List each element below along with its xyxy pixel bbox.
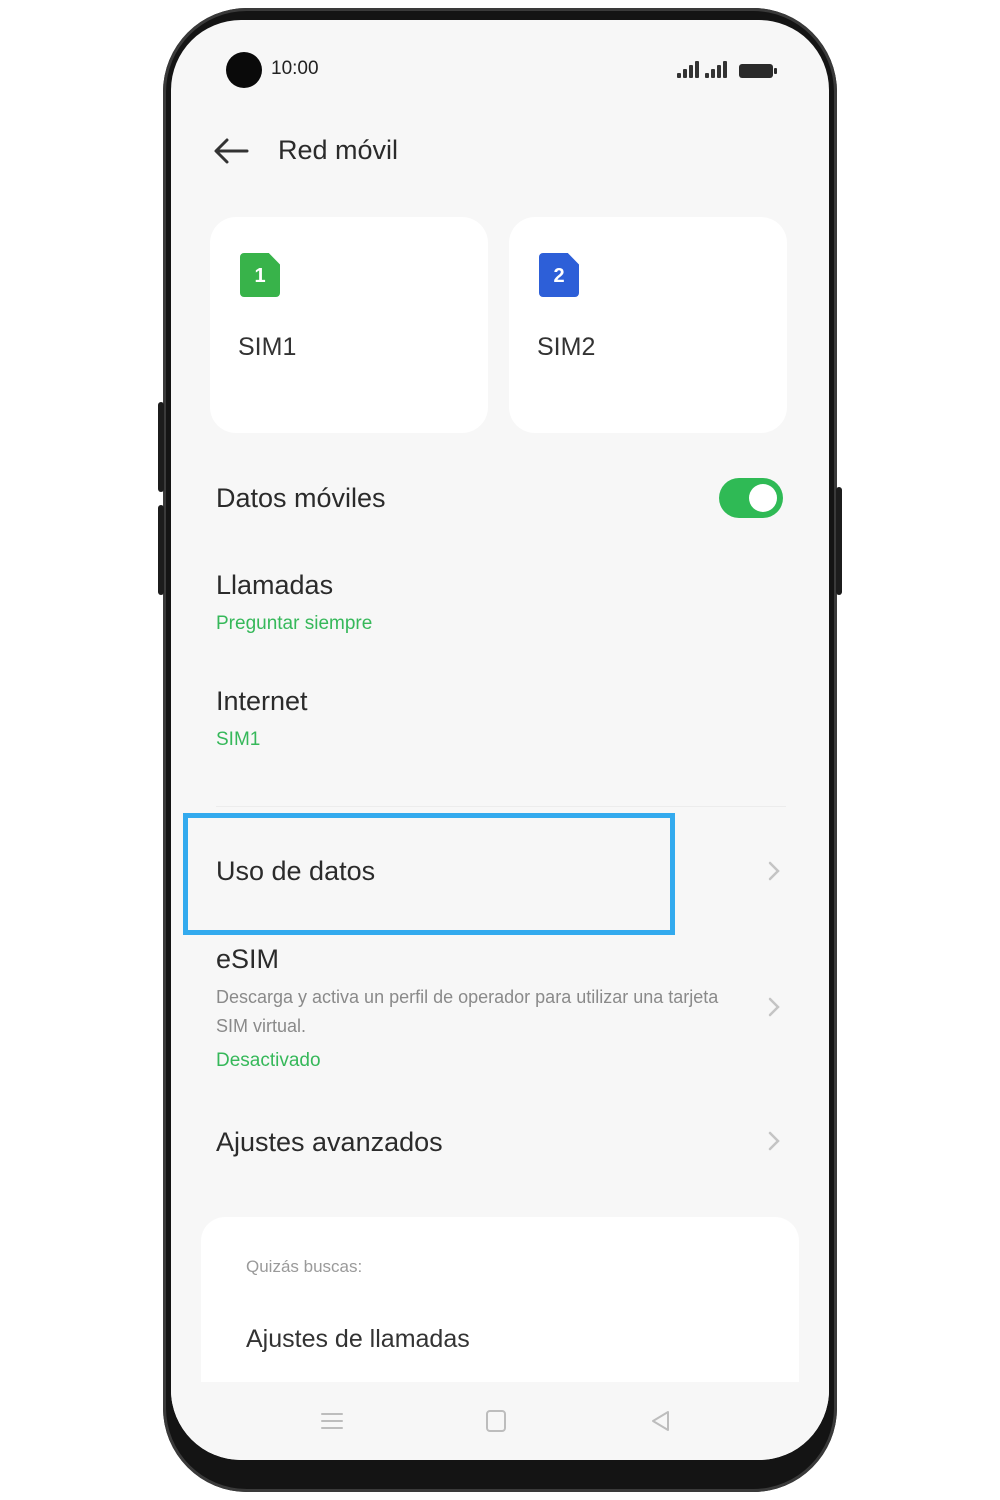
volume-down-button (158, 505, 164, 595)
internet-label: Internet (216, 686, 308, 716)
status-icons (677, 60, 777, 78)
power-button (836, 487, 842, 595)
suggestion-call-settings[interactable]: Ajustes de llamadas (246, 1325, 470, 1354)
chevron-right-icon (768, 861, 780, 881)
sim2-label: SIM2 (537, 333, 596, 361)
signal-icon (705, 60, 727, 78)
volume-up-button (158, 402, 164, 492)
navigation-bar (171, 1382, 829, 1460)
chevron-right-icon (768, 1131, 780, 1151)
highlight-box (183, 813, 675, 935)
calls-value: Preguntar siempre (216, 613, 373, 634)
calls-label: Llamadas (216, 570, 334, 600)
back-arrow-icon[interactable] (211, 136, 251, 166)
phone-screen: 10:00 Red móvil 1 SIM1 2 SIM2 Datos móvi… (171, 20, 829, 1460)
esim-description: Descarga y activa un perfil de operador … (216, 987, 719, 1036)
mobile-data-label: Datos móviles (216, 483, 386, 513)
suggestions-heading: Quizás buscas: (246, 1257, 363, 1276)
signal-icon (677, 60, 699, 78)
sim-card-icon: 2 (539, 253, 579, 297)
front-camera (226, 52, 262, 88)
sim1-label: SIM1 (238, 333, 297, 361)
section-divider (216, 806, 786, 807)
mobile-data-toggle[interactable] (719, 478, 783, 518)
sim-card-icon: 1 (240, 253, 280, 297)
menu-icon[interactable] (319, 1408, 345, 1434)
back-nav-icon[interactable] (648, 1408, 672, 1434)
status-time: 10:00 (271, 58, 319, 79)
internet-value: SIM1 (216, 729, 261, 750)
home-icon[interactable] (484, 1408, 508, 1434)
toggle-knob (749, 484, 777, 512)
battery-icon (739, 64, 777, 78)
page-title: Red móvil (278, 135, 399, 165)
sim1-card[interactable]: 1 SIM1 (210, 217, 488, 433)
esim-status: Desactivado (216, 1050, 321, 1071)
sim2-card[interactable]: 2 SIM2 (509, 217, 787, 433)
esim-label: eSIM (216, 944, 280, 974)
advanced-settings-label: Ajustes avanzados (216, 1127, 443, 1157)
chevron-right-icon (768, 997, 780, 1017)
